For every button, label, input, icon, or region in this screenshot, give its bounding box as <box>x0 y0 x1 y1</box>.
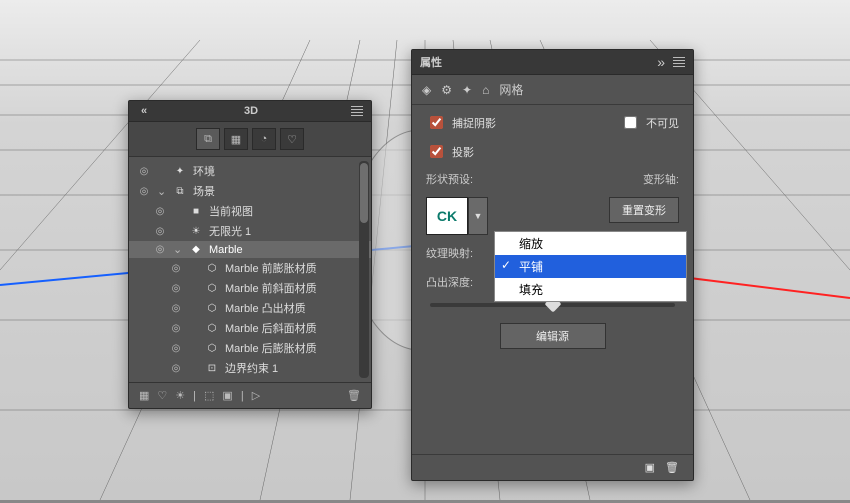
properties-subtabs: ◈ ⚙ ✦ ⌂ 网格 <box>412 75 693 105</box>
panel-properties: 属性 » ◈ ⚙ ✦ ⌂ 网格 捕捉阴影 不可见 投影 形状预设: 变形轴: C… <box>411 49 694 481</box>
extrude-depth-label: 凸出深度: <box>426 274 486 290</box>
visibility-eye-icon[interactable]: ◎ <box>169 263 183 274</box>
visibility-eye-icon[interactable]: ◎ <box>153 244 167 255</box>
footer-icon[interactable]: ▦ <box>139 389 149 402</box>
scene-tree-row[interactable]: ◎⬡Marble 后斜面材质 <box>129 318 371 338</box>
texture-mapping-label: 纹理映射: <box>426 245 486 261</box>
footer-icon[interactable]: ♡ <box>157 389 167 402</box>
shape-preset-dropdown-icon[interactable]: ▼ <box>468 197 488 235</box>
shape-preset-swatch[interactable]: CK <box>426 197 468 235</box>
mesh-label: 网格 <box>499 81 523 98</box>
panel-3d-title: 3D <box>244 105 258 117</box>
scene-tree-row[interactable]: ◎⬡Marble 后膨胀材质 <box>129 338 371 358</box>
extrude-depth-slider[interactable] <box>430 303 675 307</box>
panel-properties-header[interactable]: 属性 » <box>412 50 693 75</box>
dropdown-option[interactable]: 平铺 <box>495 255 686 278</box>
panel-3d-footer: ▦ ♡ ☀ | ⬚ ▣ | ▷ 🗑 <box>129 382 371 408</box>
footer-icon[interactable]: ▣ <box>222 389 232 402</box>
cast-shadow-check[interactable]: 投影 <box>426 142 679 161</box>
render-settings-icon[interactable]: ▣ <box>645 461 655 474</box>
visibility-eye-icon[interactable]: ◎ <box>137 166 151 177</box>
scene-tree-row[interactable]: ◎■当前视图 <box>129 201 371 221</box>
footer-icon[interactable]: ☀ <box>175 389 185 402</box>
panel-properties-title: 属性 <box>420 54 442 70</box>
visibility-eye-icon[interactable]: ◎ <box>169 283 183 294</box>
coords-tab-icon[interactable]: ✦ <box>462 83 472 97</box>
chevron-left-icon[interactable]: « <box>137 105 151 117</box>
footer-icon[interactable]: ⬚ <box>204 389 214 402</box>
scene-tree-row[interactable]: ◎⊡边界约束 1 <box>129 358 371 378</box>
cap-tab-icon[interactable]: ⌂ <box>482 83 489 97</box>
scene-tree-row[interactable]: ◎⌄⧉场景 <box>129 181 371 201</box>
collapse-icon[interactable]: » <box>657 54 665 70</box>
trash-icon[interactable]: 🗑 <box>347 389 361 402</box>
mesh-tab-icon[interactable]: ◈ <box>422 83 431 97</box>
visibility-eye-icon[interactable]: ◎ <box>169 343 183 354</box>
dropdown-option[interactable]: 填充 <box>495 278 686 301</box>
invisible-check[interactable]: 不可见 <box>620 113 679 132</box>
filter-material-icon[interactable]: ◔ <box>252 128 276 150</box>
visibility-eye-icon[interactable]: ◎ <box>137 186 151 197</box>
scrollbar[interactable] <box>359 161 369 378</box>
visibility-eye-icon[interactable]: ◎ <box>169 363 183 374</box>
deform-tab-icon[interactable]: ⚙ <box>441 83 452 97</box>
panel-menu-icon[interactable] <box>673 57 685 67</box>
shape-preset-label: 形状预设: <box>426 171 486 187</box>
deform-axis-label: 变形轴: <box>619 171 679 187</box>
panel-3d-header[interactable]: « 3D <box>129 101 371 122</box>
capture-shadow-check[interactable]: 捕捉阴影 <box>426 113 496 132</box>
scene-tree-row[interactable]: ◎⬡Marble 凸出材质 <box>129 298 371 318</box>
visibility-eye-icon[interactable]: ◎ <box>153 206 167 217</box>
trash-icon[interactable]: 🗑 <box>665 461 679 474</box>
visibility-eye-icon[interactable]: ◎ <box>169 323 183 334</box>
properties-footer: ▣ 🗑 <box>412 454 693 480</box>
scene-tree-row[interactable]: ◎⬡Marble 前膨胀材质 <box>129 258 371 278</box>
filter-mesh-icon[interactable]: ▦ <box>224 128 248 150</box>
reset-deform-button[interactable]: 重置变形 <box>609 197 679 223</box>
footer-render-icon[interactable]: ▷ <box>252 389 260 402</box>
filter-light-icon[interactable]: ♡ <box>280 128 304 150</box>
edit-source-button[interactable]: 编辑源 <box>500 323 606 349</box>
panel-3d: « 3D ⧉ ▦ ◔ ♡ ◎✦环境◎⌄⧉场景◎■当前视图◎☀无限光 1◎⌄◆Ma… <box>128 100 372 409</box>
scene-tree-row[interactable]: ◎✦环境 <box>129 161 371 181</box>
scene-tree-row[interactable]: ◎⬡Marble 前斜面材质 <box>129 278 371 298</box>
scene-tree-row[interactable]: ◎⌄◆Marble <box>129 241 371 258</box>
scene-tree-row[interactable]: ◎☀无限光 1 <box>129 221 371 241</box>
filter-tab-strip: ⧉ ▦ ◔ ♡ <box>129 122 371 157</box>
scene-tree[interactable]: ◎✦环境◎⌄⧉场景◎■当前视图◎☀无限光 1◎⌄◆Marble◎⬡Marble … <box>129 157 371 382</box>
visibility-eye-icon[interactable]: ◎ <box>169 303 183 314</box>
dropdown-option[interactable]: 缩放 <box>495 232 686 255</box>
panel-menu-icon[interactable] <box>351 106 363 116</box>
filter-scene-icon[interactable]: ⧉ <box>196 128 220 150</box>
visibility-eye-icon[interactable]: ◎ <box>153 226 167 237</box>
